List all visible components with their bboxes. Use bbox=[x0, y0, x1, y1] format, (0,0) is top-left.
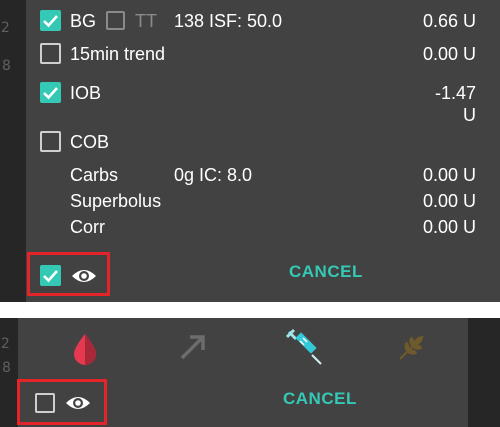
background-label: 12 bbox=[0, 336, 10, 352]
tt-label: TT bbox=[135, 11, 157, 31]
background-app-lower-right bbox=[468, 318, 500, 427]
bg-row: BG TT 138 ISF: 50.0 0.66 U bbox=[26, 6, 500, 36]
trend-checkbox[interactable] bbox=[40, 43, 61, 64]
trend-value: 0.00 U bbox=[422, 44, 476, 64]
tt-checkbox[interactable] bbox=[106, 11, 125, 30]
cancel-button[interactable]: CANCEL bbox=[283, 389, 357, 409]
background-label: 8 bbox=[2, 360, 11, 376]
bg-checkbox[interactable] bbox=[40, 10, 61, 31]
iob-unit: U bbox=[463, 105, 476, 125]
background-label: 8 bbox=[2, 58, 11, 74]
cob-checkbox[interactable] bbox=[40, 131, 61, 152]
cob-label: COB bbox=[70, 132, 110, 152]
trend-row: 15min trend 0.00 U bbox=[26, 39, 500, 69]
check-icon bbox=[43, 87, 58, 100]
wheat-icon[interactable] bbox=[397, 332, 427, 362]
bg-value: 0.66 U bbox=[422, 11, 476, 31]
trend-label: 15min trend bbox=[70, 44, 166, 64]
iob-row: IOB -1.47 U bbox=[26, 78, 500, 130]
cob-row: COB bbox=[26, 127, 500, 157]
iob-label: IOB bbox=[70, 83, 102, 103]
trend-arrow-icon[interactable] bbox=[178, 332, 208, 362]
background-label: 12 bbox=[0, 20, 10, 36]
iob-checkbox[interactable] bbox=[40, 82, 61, 103]
cancel-button[interactable]: CANCEL bbox=[289, 262, 363, 282]
syringe-icon[interactable] bbox=[286, 329, 324, 365]
blood-drop-icon[interactable] bbox=[72, 332, 98, 366]
corr-value: 0.00 U bbox=[422, 217, 476, 237]
check-icon bbox=[43, 15, 58, 28]
bg-label: BG bbox=[70, 11, 97, 31]
background-app-left-edge bbox=[0, 0, 26, 302]
corr-label: Corr bbox=[70, 217, 105, 237]
separator-band bbox=[0, 302, 500, 318]
highlight-box-bottom bbox=[17, 379, 107, 425]
corr-row: Corr 0.00 U bbox=[26, 212, 500, 242]
highlight-box-top bbox=[27, 252, 110, 296]
bg-detail: 138 ISF: 50.0 bbox=[174, 11, 283, 31]
